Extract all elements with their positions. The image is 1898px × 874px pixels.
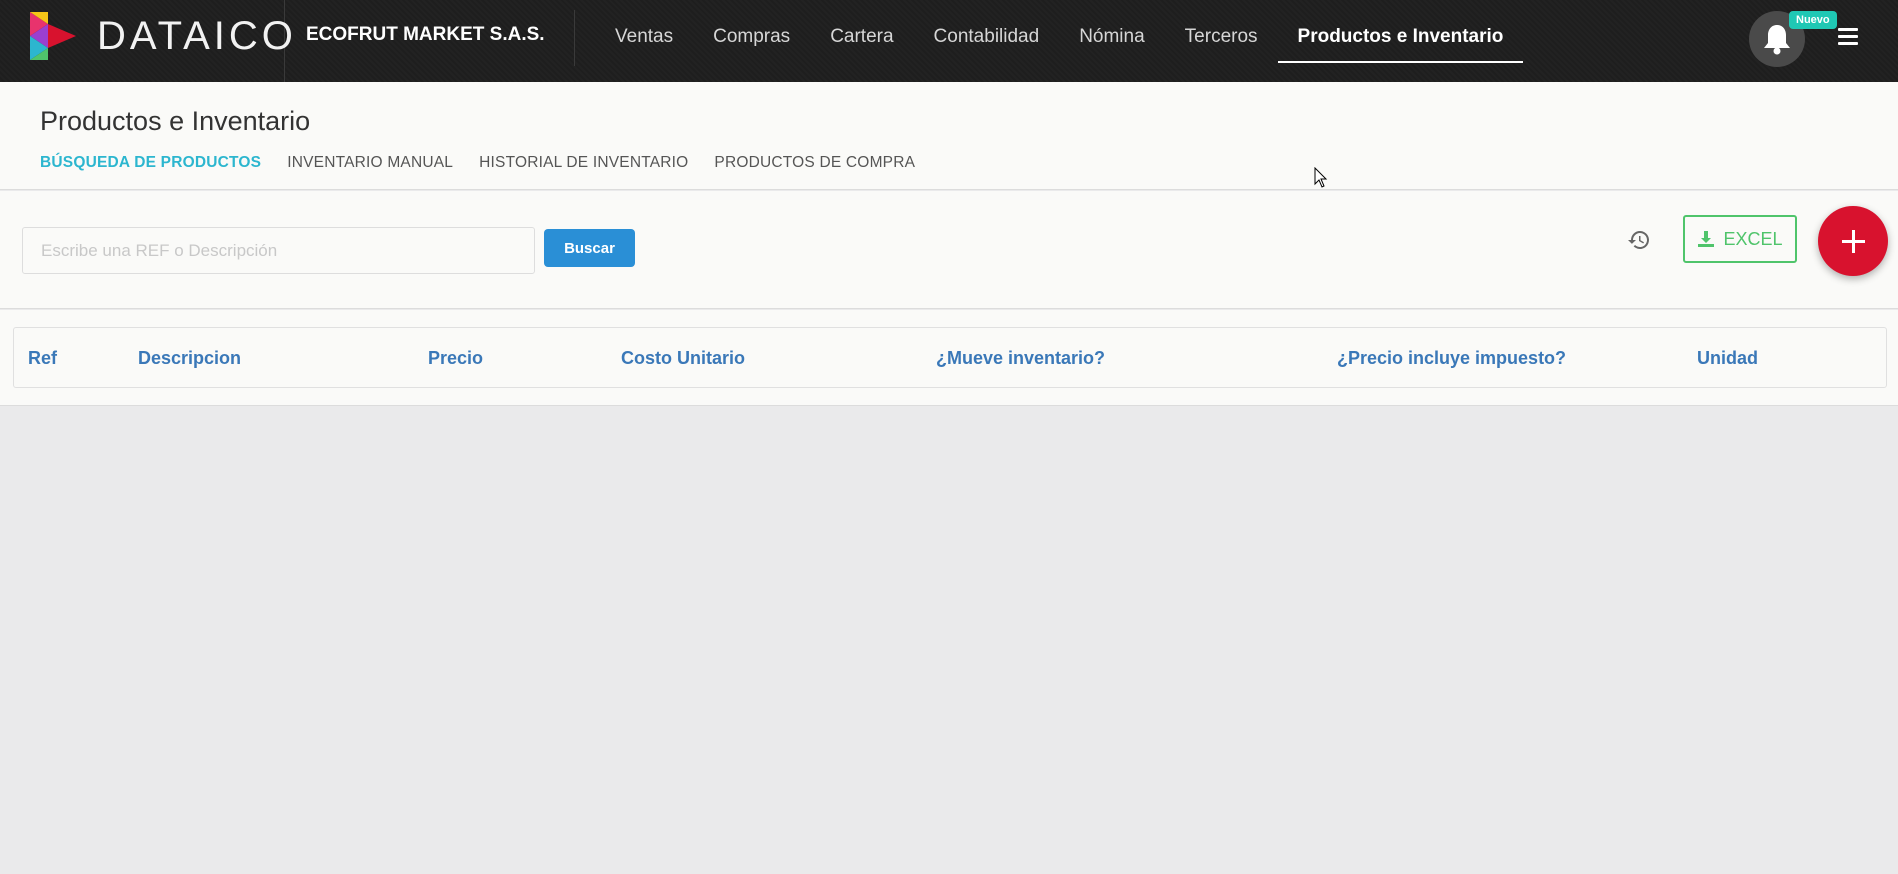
nav-item-ventas[interactable]: Ventas (595, 0, 693, 82)
products-table-area: Ref Descripcion Precio Costo Unitario ¿M… (0, 310, 1898, 406)
nav-item-cartera[interactable]: Cartera (810, 0, 913, 82)
company-name[interactable]: ECOFRUT MARKET S.A.S. (306, 24, 545, 46)
tab-historial-inventario[interactable]: HISTORIAL DE INVENTARIO (479, 154, 688, 172)
main-nav: Ventas Compras Cartera Contabilidad Nómi… (595, 0, 1524, 82)
tab-busqueda-productos[interactable]: BÚSQUEDA DE PRODUCTOS (40, 154, 261, 172)
page-header: Productos e Inventario BÚSQUEDA DE PRODU… (0, 82, 1898, 190)
search-input[interactable] (22, 227, 535, 274)
logo-icon (30, 12, 76, 60)
column-header-mueve-inventario[interactable]: ¿Mueve inventario? (936, 348, 1105, 369)
nav-divider (574, 10, 575, 66)
brand[interactable]: DATAICO (0, 0, 293, 82)
history-icon[interactable] (1627, 228, 1651, 252)
add-product-button[interactable] (1818, 206, 1888, 276)
hamburger-menu-icon[interactable] (1838, 28, 1858, 46)
mouse-cursor-icon (1314, 167, 1328, 188)
search-toolbar: Buscar EXCEL (0, 191, 1898, 309)
column-header-descripcion[interactable]: Descripcion (138, 348, 241, 369)
nav-item-terceros[interactable]: Terceros (1165, 0, 1278, 82)
excel-export-button[interactable]: EXCEL (1683, 215, 1797, 263)
excel-button-label: EXCEL (1723, 228, 1783, 249)
nav-item-compras[interactable]: Compras (693, 0, 810, 82)
bell-icon (1764, 25, 1790, 55)
column-header-costo-unitario[interactable]: Costo Unitario (621, 348, 745, 369)
nav-item-contabilidad[interactable]: Contabilidad (914, 0, 1060, 82)
new-badge: Nuevo (1789, 11, 1837, 29)
download-icon (1698, 231, 1715, 247)
column-header-unidad[interactable]: Unidad (1697, 348, 1758, 369)
page-title: Productos e Inventario (40, 106, 311, 136)
products-table: Ref Descripcion Precio Costo Unitario ¿M… (13, 327, 1887, 388)
brand-name: DATAICO (97, 14, 297, 58)
nav-item-nomina[interactable]: Nómina (1059, 0, 1164, 82)
tab-inventario-manual[interactable]: INVENTARIO MANUAL (287, 154, 453, 172)
top-navbar: DATAICO ECOFRUT MARKET S.A.S. Ventas Com… (0, 0, 1898, 82)
nav-item-productos-inventario[interactable]: Productos e Inventario (1277, 0, 1524, 82)
column-header-ref[interactable]: Ref (28, 348, 57, 369)
tab-productos-compra[interactable]: PRODUCTOS DE COMPRA (714, 154, 915, 172)
column-header-precio[interactable]: Precio (428, 348, 483, 369)
search-button[interactable]: Buscar (544, 229, 635, 267)
column-header-precio-incluye-impuesto[interactable]: ¿Precio incluye impuesto? (1337, 348, 1566, 369)
section-tabs: BÚSQUEDA DE PRODUCTOS INVENTARIO MANUAL … (40, 154, 941, 172)
